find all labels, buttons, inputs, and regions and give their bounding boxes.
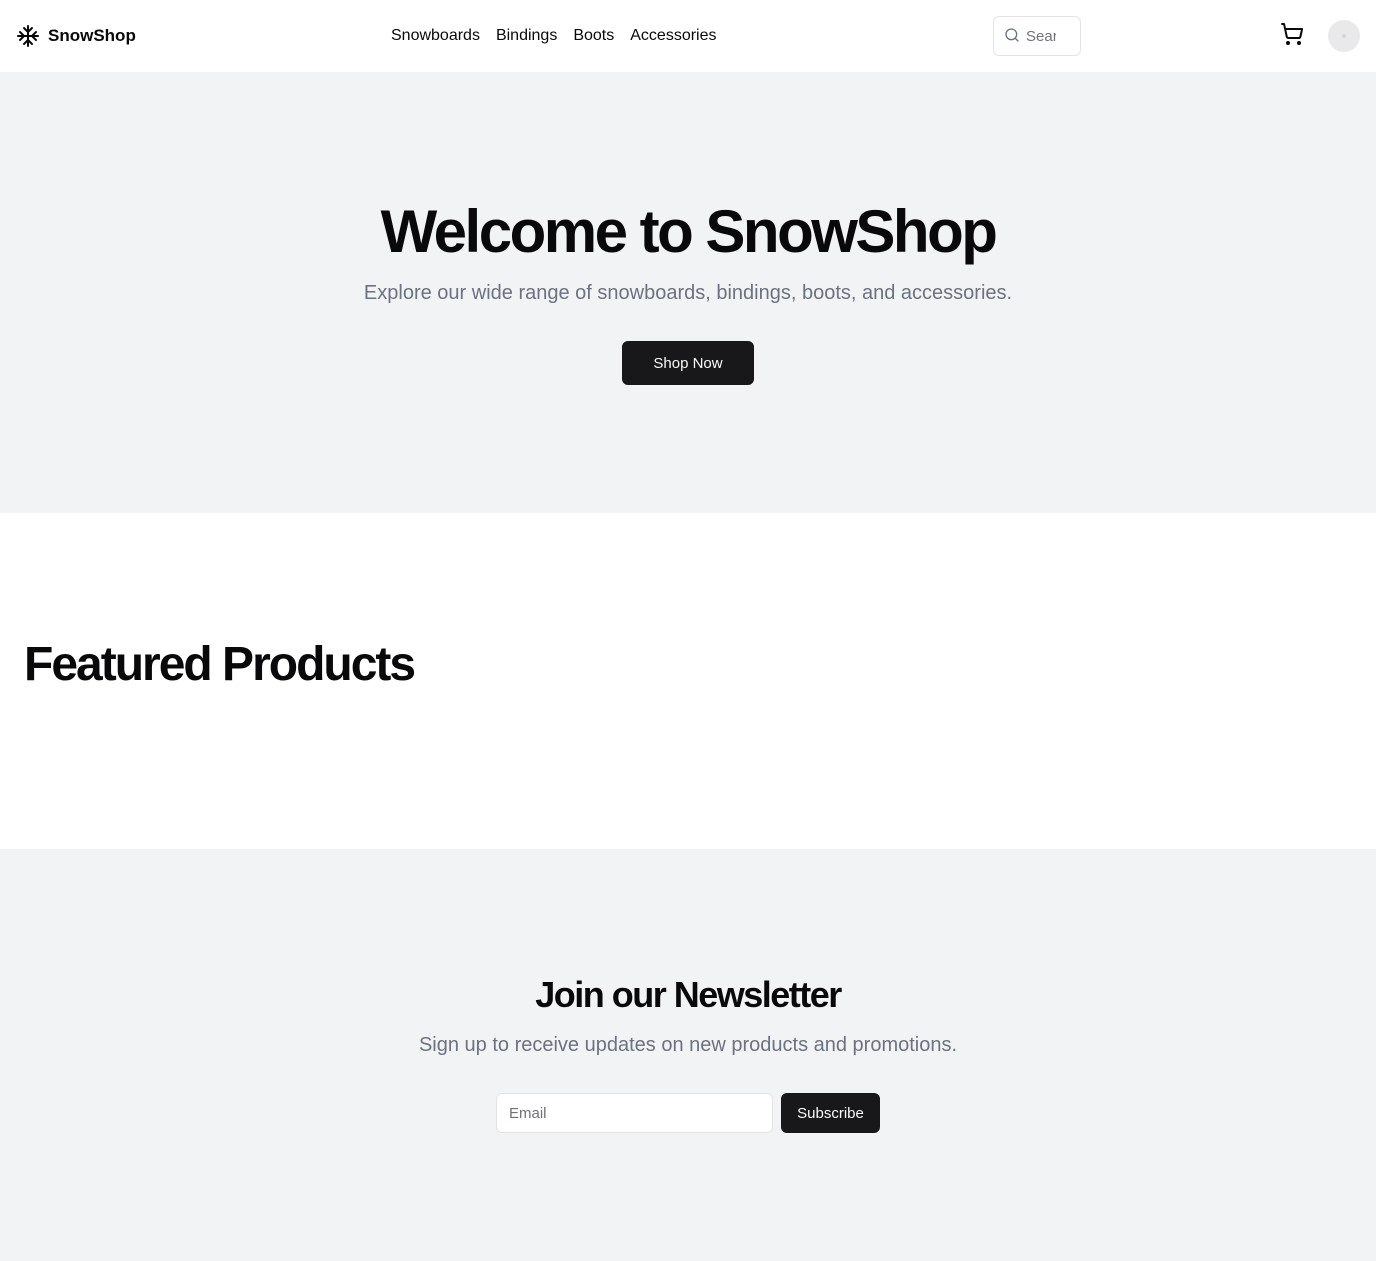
subscribe-button[interactable]: Subscribe [781, 1093, 880, 1133]
shopping-cart-icon [1280, 22, 1304, 51]
nav-link-snowboards[interactable]: Snowboards [391, 24, 480, 48]
nav-link-bindings[interactable]: Bindings [496, 24, 557, 48]
snowflake-icon [16, 24, 40, 48]
newsletter-subtitle: Sign up to receive updates on new produc… [418, 1034, 958, 1056]
cart-button[interactable] [1278, 22, 1306, 50]
search-box [993, 16, 1081, 56]
newsletter-title: Join our Newsletter [535, 974, 842, 1015]
hero-title: Welcome to SnowShop [380, 198, 998, 265]
hero-section: Welcome to SnowShop Explore our wide ran… [0, 72, 1376, 513]
site-header: SnowShop Snowboards Bindings Boots Acces… [0, 0, 1376, 72]
shop-now-button[interactable]: Shop Now [622, 341, 754, 385]
featured-products-title: Featured Products [24, 638, 416, 691]
brand-name: SnowShop [48, 26, 136, 45]
featured-products-section: Featured Products [0, 513, 1376, 849]
avatar[interactable] [1328, 20, 1360, 52]
search-input[interactable] [1026, 17, 1056, 55]
newsletter-section: Join our Newsletter Sign up to receive u… [0, 849, 1376, 1261]
nav-link-boots[interactable]: Boots [573, 24, 614, 48]
main-nav: Snowboards Bindings Boots Accessories [391, 24, 717, 48]
email-field[interactable] [496, 1093, 773, 1133]
avatar-placeholder [1342, 34, 1346, 38]
hero-subtitle: Explore our wide range of snowboards, bi… [363, 282, 1013, 304]
brand-logo-link[interactable]: SnowShop [16, 23, 136, 49]
search-icon [1004, 27, 1020, 43]
nav-link-accessories[interactable]: Accessories [630, 24, 716, 48]
